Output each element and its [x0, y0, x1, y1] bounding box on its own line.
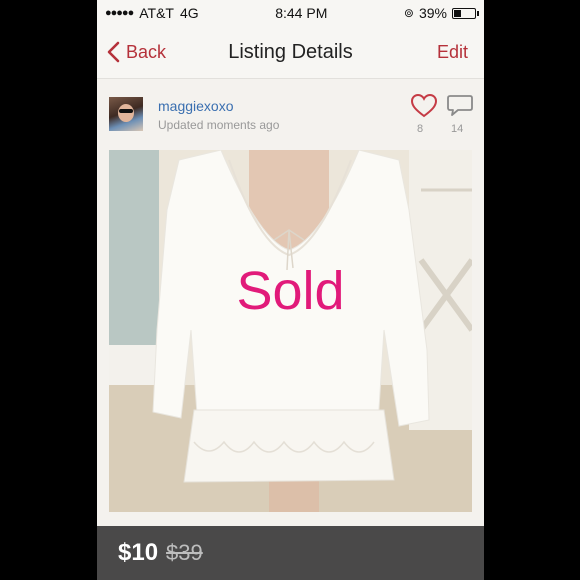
nav-bar: Back Listing Details Edit — [97, 26, 484, 79]
rotation-lock-icon: ⊚ — [403, 6, 414, 20]
likes-count: 8 — [417, 123, 424, 135]
price-bar: $10 $39 — [97, 526, 484, 580]
battery-percent: 39% — [418, 5, 447, 21]
blouse-photo — [109, 150, 472, 512]
chevron-left-icon — [107, 41, 120, 63]
carrier: AT&T — [139, 5, 174, 21]
username[interactable]: maggiexoxo — [158, 98, 234, 114]
back-button[interactable]: Back — [107, 41, 166, 63]
price: $10 — [118, 539, 159, 566]
avatar[interactable] — [109, 97, 143, 131]
comments-count: 14 — [451, 123, 464, 135]
listing-header: maggiexoxo Updated moments ago 8 14 — [97, 79, 484, 149]
signal-dots-icon: ●●●●● — [105, 7, 134, 19]
phone-screen: ●●●●● AT&T 4G 8:44 PM ⊚ 39% Back Listing… — [97, 0, 484, 580]
edit-button[interactable]: Edit — [437, 42, 468, 63]
updated-timestamp: Updated moments ago — [158, 118, 280, 132]
network-type: 4G — [179, 5, 199, 21]
battery-icon — [452, 7, 479, 19]
status-bar: ●●●●● AT&T 4G 8:44 PM ⊚ 39% — [97, 0, 484, 26]
listing-photo[interactable]: Sold — [109, 150, 472, 512]
comment-icon[interactable] — [446, 93, 474, 119]
clock: 8:44 PM — [275, 5, 328, 21]
original-price: $39 — [166, 540, 203, 565]
back-label: Back — [126, 41, 167, 62]
heart-icon[interactable] — [410, 93, 438, 119]
